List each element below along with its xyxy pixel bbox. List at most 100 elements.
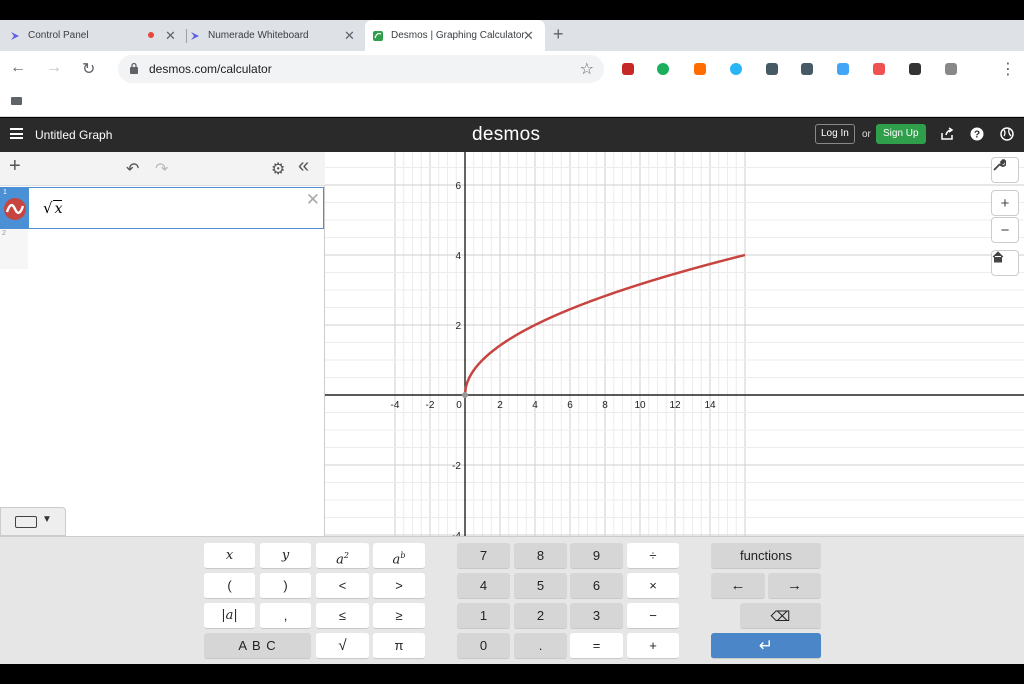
graph-title[interactable]: Untitled Graph [35, 128, 112, 142]
new-tab-button[interactable]: + [553, 24, 564, 45]
extension-eyedropper-icon[interactable] [766, 63, 778, 75]
graph-paper[interactable]: -4-202468101214642-2-4 + − [325, 152, 1024, 536]
expression-item[interactable]: 1 √ x ✕ [0, 187, 324, 229]
bookmark-star-icon[interactable]: ☆ [580, 59, 594, 79]
y-tick-label: -2 [452, 461, 461, 472]
y-tick-label: 2 [455, 321, 461, 332]
math-keypad: x y a2 ab ( ) < > |a| , ≤ ≥ A B C √ π 7 … [0, 536, 1024, 664]
key-4[interactable]: 4 [457, 573, 510, 599]
desmos-header: Untitled Graph desmos Log In or Sign Up … [0, 118, 1024, 152]
numerade-favicon-icon [11, 31, 19, 40]
right-arrow-key[interactable]: → [768, 573, 821, 599]
login-button[interactable]: Log In [815, 124, 855, 144]
color-toggle-icon[interactable] [4, 198, 26, 220]
hamburger-menu-icon[interactable] [10, 128, 23, 139]
x-tick-label: 14 [704, 400, 716, 411]
key-greater-equal[interactable]: ≥ [373, 603, 425, 629]
undo-icon[interactable]: ↶ [126, 159, 139, 179]
key-1[interactable]: 1 [457, 603, 510, 629]
key-abs[interactable]: |a| [204, 603, 255, 629]
enter-key[interactable]: ↵ [711, 633, 821, 659]
functions-button[interactable]: functions [711, 543, 821, 569]
key-8[interactable]: 8 [514, 543, 567, 569]
extension-icon[interactable] [730, 63, 742, 75]
key-5[interactable]: 5 [514, 573, 567, 599]
graph-settings-wrench-icon[interactable] [991, 157, 1019, 183]
expression-gutter: 1 [1, 188, 29, 228]
key-exponent: b [400, 551, 406, 560]
key-pi[interactable]: π [373, 633, 425, 659]
key-2[interactable]: 2 [514, 603, 567, 629]
folder-icon[interactable] [11, 97, 22, 105]
key-sqrt[interactable]: √ [316, 633, 369, 659]
key-x[interactable]: x [204, 543, 255, 569]
delete-expression-icon[interactable]: ✕ [306, 190, 320, 210]
keyboard-toggle-button[interactable]: ▼ [0, 507, 66, 536]
add-expression-button[interactable]: + [9, 155, 21, 178]
collapse-list-icon[interactable]: « [298, 155, 309, 178]
globe-icon[interactable] [1000, 127, 1014, 141]
key-open-paren[interactable]: ( [204, 573, 255, 599]
key-y[interactable]: y [260, 543, 311, 569]
key-a-power-b[interactable]: ab [373, 543, 425, 569]
share-icon[interactable] [940, 127, 954, 141]
key-9[interactable]: 9 [570, 543, 623, 569]
tab-desmos[interactable]: Desmos | Graphing Calculator ✕ [365, 20, 545, 51]
y-tick-label: 4 [455, 251, 461, 262]
expression-index: 2 [2, 230, 6, 237]
browser-menu-icon[interactable]: ⋮ [1000, 59, 1016, 79]
extension-icon[interactable] [801, 63, 813, 75]
key-multiply[interactable]: × [627, 573, 679, 599]
extension-icon[interactable] [694, 63, 706, 75]
help-icon[interactable]: ? [970, 127, 984, 141]
left-arrow-key[interactable]: ← [711, 573, 765, 599]
extension-icon[interactable] [873, 63, 885, 75]
url-text[interactable]: desmos.com/calculator [149, 62, 272, 76]
tab-control-panel[interactable]: Control Panel ✕ [10, 20, 180, 51]
redo-icon[interactable]: ↷ [155, 159, 168, 179]
key-less-equal[interactable]: ≤ [316, 603, 369, 629]
key-comma[interactable]: , [260, 603, 311, 629]
x-tick-label: -2 [426, 400, 435, 411]
extension-icon[interactable] [945, 63, 957, 75]
home-icon[interactable] [991, 250, 1019, 276]
expression-item-empty[interactable]: 2 [0, 229, 324, 269]
key-greater-than[interactable]: > [373, 573, 425, 599]
key-decimal[interactable]: . [514, 633, 567, 659]
reload-icon[interactable]: ↻ [82, 59, 95, 79]
key-3[interactable]: 3 [570, 603, 623, 629]
settings-gear-icon[interactable]: ⚙ [271, 159, 285, 179]
x-tick-label: 2 [497, 400, 503, 411]
extension-icon[interactable] [837, 63, 849, 75]
key-minus[interactable]: − [627, 603, 679, 629]
address-bar[interactable]: desmos.com/calculator ☆ [118, 55, 604, 83]
tab-numerade-whiteboard[interactable]: Numerade Whiteboard ✕ [190, 20, 360, 51]
key-abc[interactable]: A B C [204, 633, 311, 659]
key-a-squared[interactable]: a2 [316, 543, 369, 569]
zoom-out-button[interactable]: − [991, 217, 1019, 243]
key-less-than[interactable]: < [316, 573, 369, 599]
close-tab-icon[interactable]: ✕ [523, 28, 534, 44]
backspace-key[interactable]: ⌫ [740, 603, 821, 629]
letterbox-top [0, 0, 1024, 20]
forward-icon[interactable]: → [46, 59, 62, 77]
key-0[interactable]: 0 [457, 633, 510, 659]
signup-button[interactable]: Sign Up [876, 124, 926, 144]
graph-canvas[interactable]: -4-202468101214642-2-4 [325, 152, 1024, 536]
lock-icon [130, 62, 138, 74]
close-tab-icon[interactable]: ✕ [344, 28, 355, 44]
close-tab-icon[interactable]: ✕ [165, 28, 176, 44]
recording-icon [148, 32, 154, 38]
zoom-in-button[interactable]: + [991, 190, 1019, 216]
key-close-paren[interactable]: ) [260, 573, 311, 599]
key-7[interactable]: 7 [457, 543, 510, 569]
key-plus[interactable]: + [627, 633, 679, 659]
key-equals[interactable]: = [570, 633, 623, 659]
expression-math[interactable]: √ x [43, 199, 63, 217]
key-6[interactable]: 6 [570, 573, 623, 599]
extension-icon[interactable] [909, 63, 921, 75]
extension-grammarly-icon[interactable] [657, 63, 669, 75]
back-icon[interactable]: ← [10, 59, 26, 77]
key-divide[interactable]: ÷ [627, 543, 679, 569]
extension-ublock-icon[interactable] [622, 63, 634, 75]
